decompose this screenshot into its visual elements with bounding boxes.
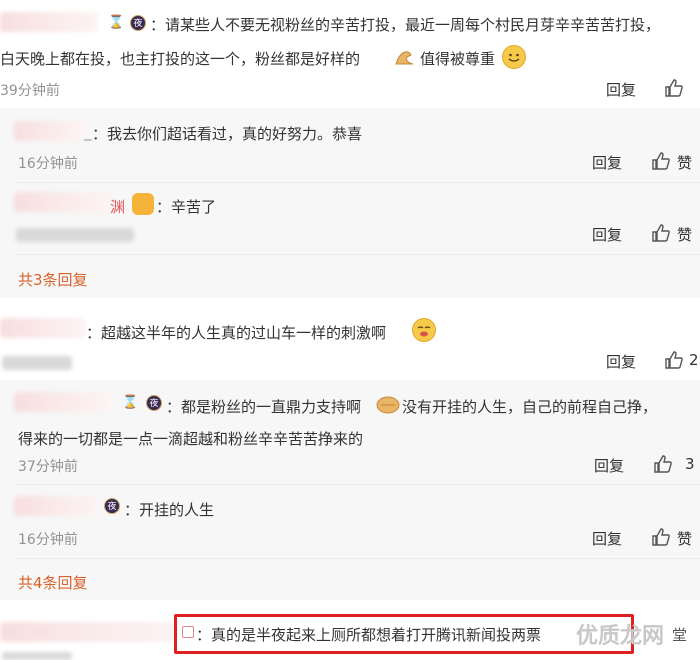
divider bbox=[14, 254, 700, 255]
reply-text: ：辛苦了 bbox=[156, 198, 217, 216]
reply-text: ：都是粉丝的一直鼎力支持啊 bbox=[166, 398, 362, 416]
blurred-username bbox=[0, 12, 98, 32]
hourglass-icon: ⌛ bbox=[122, 395, 139, 410]
blurred-username bbox=[14, 121, 84, 141]
comment-time: 39分钟前 bbox=[0, 83, 60, 99]
hourglass-icon: ⌛ bbox=[108, 15, 125, 30]
blurred-username bbox=[14, 392, 110, 412]
like-icon[interactable] bbox=[651, 223, 671, 243]
divider bbox=[14, 484, 700, 485]
reply-username[interactable]: 渊 bbox=[110, 196, 125, 217]
divider bbox=[14, 558, 700, 559]
reply-button[interactable]: 回复 bbox=[592, 224, 622, 245]
reply-username[interactable]: _ bbox=[84, 123, 92, 141]
night-badge-icon: 夜 bbox=[104, 498, 120, 514]
blurred-username bbox=[0, 318, 86, 338]
drooling-emoji-icon bbox=[412, 318, 436, 342]
reply-text-line2: 得来的一切都是一点一滴超越和粉丝辛辛苦苦挣来的 bbox=[18, 430, 364, 448]
more-replies-link[interactable]: 共3条回复 bbox=[18, 269, 88, 290]
more-replies-link[interactable]: 共4条回复 bbox=[18, 572, 88, 593]
strong-arm-icon bbox=[395, 51, 414, 65]
smile-emoji-icon bbox=[502, 45, 526, 69]
like-icon[interactable] bbox=[651, 527, 671, 547]
blurred-time bbox=[2, 652, 72, 660]
avatar-badge-icon bbox=[132, 193, 154, 215]
comment-text: ：超越这半年的人生真的过山车一样的刺激啊 bbox=[86, 324, 387, 342]
divider bbox=[14, 182, 700, 183]
like-label[interactable]: 赞 bbox=[677, 528, 692, 549]
cheers-emoji-icon bbox=[376, 396, 400, 414]
comment-text-line2b: 值得被尊重 bbox=[420, 50, 496, 68]
highlight-box bbox=[174, 614, 634, 654]
reply-text: ：我去你们超话看过，真的好努力。恭喜 bbox=[92, 125, 363, 143]
reply-time: 16分钟前 bbox=[18, 156, 78, 172]
like-icon[interactable] bbox=[664, 78, 684, 98]
like-icon[interactable] bbox=[651, 151, 671, 171]
night-badge-icon: 夜 bbox=[130, 15, 146, 31]
watermark-tail: 堂 bbox=[672, 626, 688, 644]
reply-text-b: 没有开挂的人生，自己的前程自己挣， bbox=[402, 398, 658, 416]
blurred-time bbox=[16, 228, 134, 242]
comment-text-line2: 白天晚上都在投，也主打投的这一个，粉丝都是好样的 bbox=[0, 50, 361, 68]
comment-text: ：请某些人不要无视粉丝的辛苦打投，最近一周每个村民月芽辛辛苦苦打投， bbox=[150, 16, 661, 34]
reply-button[interactable]: 回复 bbox=[592, 152, 622, 173]
reply-text: ：开挂的人生 bbox=[124, 501, 215, 519]
like-label[interactable]: 赞 bbox=[677, 224, 692, 245]
like-icon[interactable] bbox=[653, 454, 673, 474]
like-count[interactable]: 3 bbox=[685, 455, 695, 473]
blurred-username bbox=[14, 496, 98, 516]
like-label[interactable]: 赞 bbox=[677, 152, 692, 173]
watermark-text: 优质龙网 bbox=[576, 624, 665, 649]
reply-time: 37分钟前 bbox=[18, 459, 78, 475]
night-badge-icon: 夜 bbox=[146, 395, 162, 411]
like-icon[interactable] bbox=[664, 350, 684, 370]
like-count[interactable]: 2 bbox=[689, 351, 699, 369]
reply-button[interactable]: 回复 bbox=[606, 351, 636, 372]
reply-time: 16分钟前 bbox=[18, 532, 78, 548]
reply-button[interactable]: 回复 bbox=[592, 528, 622, 549]
reply-button[interactable]: 回复 bbox=[594, 455, 624, 476]
blurred-username bbox=[0, 622, 176, 642]
blurred-time bbox=[2, 356, 72, 370]
reply-button[interactable]: 回复 bbox=[606, 79, 636, 100]
blurred-username bbox=[14, 192, 110, 212]
